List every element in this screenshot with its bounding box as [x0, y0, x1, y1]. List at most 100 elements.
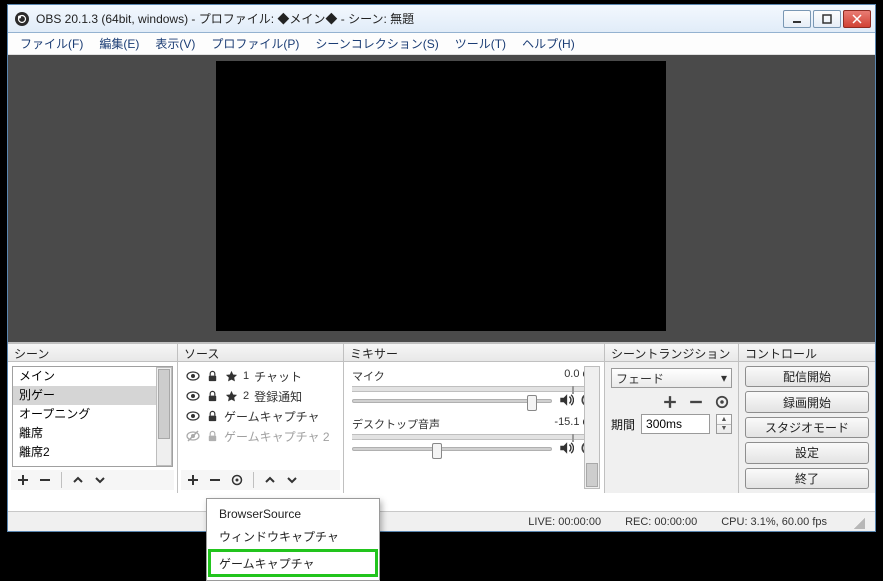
scene-movedown-button[interactable] [92, 472, 108, 488]
visibility-icon[interactable] [186, 369, 200, 383]
transition-add-button[interactable] [662, 394, 678, 410]
context-menu-item[interactable]: ゲームキャプチャ [208, 549, 378, 577]
scene-item[interactable]: ．．． [13, 462, 172, 467]
menu-view[interactable]: 表示(V) [149, 34, 201, 53]
scene-scrollbar[interactable] [156, 367, 172, 466]
source-list[interactable]: 1 チャット 2 登録通知ゲームキャプチャゲームキャプチャ 2 [182, 366, 339, 467]
close-button[interactable] [843, 10, 871, 28]
status-cpu: CPU: 3.1%, 60.00 fps [721, 516, 827, 528]
source-movedown-button[interactable] [284, 472, 300, 488]
source-item[interactable]: ゲームキャプチャ [182, 406, 339, 426]
panel-row: シーン メイン別ゲーオープニング離席離席2．．． ソース 1 チャット 2 登録通知ゲ… [8, 343, 875, 493]
minimize-button[interactable] [783, 10, 811, 28]
transition-settings-button[interactable] [714, 394, 730, 410]
scene-item[interactable]: 離席 [13, 424, 172, 443]
start-recording-button[interactable]: 録画開始 [745, 391, 869, 412]
duration-spinner[interactable]: ▲▼ [716, 414, 732, 434]
scene-add-button[interactable] [15, 472, 31, 488]
source-moveup-button[interactable] [262, 472, 278, 488]
toolbar-separator [253, 472, 254, 488]
menu-help[interactable]: ヘルプ(H) [516, 34, 581, 53]
studio-mode-button[interactable]: スタジオモード [745, 417, 869, 438]
scenes-panel: シーン メイン別ゲーオープニング離席離席2．．． [8, 344, 178, 493]
scenes-toolbar [11, 470, 174, 490]
preview-area[interactable] [8, 55, 875, 343]
scene-item[interactable]: 別ゲー [13, 386, 172, 405]
lock-icon[interactable] [205, 429, 219, 443]
start-streaming-button[interactable]: 配信開始 [745, 366, 869, 387]
scrollbar-thumb[interactable] [586, 463, 598, 487]
lock-icon[interactable] [205, 389, 219, 403]
source-item[interactable]: ゲームキャプチャ 2 [182, 426, 339, 446]
scrollbar-thumb[interactable] [158, 369, 170, 439]
visibility-icon[interactable] [186, 429, 200, 443]
scene-list[interactable]: メイン別ゲーオープニング離席離席2．．． [12, 366, 173, 467]
menu-tools[interactable]: ツール(T) [449, 34, 512, 53]
star-icon [224, 369, 238, 383]
duration-input[interactable]: 300ms [641, 414, 710, 434]
fav-number: 2 [243, 390, 249, 402]
preview-canvas[interactable] [216, 61, 666, 331]
context-menu-item[interactable]: BrowserSource [209, 503, 377, 525]
transition-combo[interactable]: フェード ▾ [611, 368, 732, 388]
exit-button[interactable]: 終了 [745, 468, 869, 489]
add-source-context-menu[interactable]: BrowserSourceウィンドウキャプチャゲームキャプチャ [206, 498, 380, 581]
chevron-down-icon: ▾ [721, 371, 727, 385]
transitions-header: シーントランジション [605, 344, 738, 362]
maximize-button[interactable] [813, 10, 841, 28]
obs-main-window: OBS 20.1.3 (64bit, windows) - プロファイル: ◆メ… [7, 4, 876, 532]
scenes-header: シーン [8, 344, 177, 362]
menubar: ファイル(F) 編集(E) 表示(V) プロファイル(P) シーンコレクション(… [8, 33, 875, 55]
menu-profile[interactable]: プロファイル(P) [205, 34, 305, 53]
mixer-body: マイク0.0 dBデスクトップ音声-15.1 dB [344, 362, 604, 493]
context-menu-item[interactable]: ウィンドウキャプチャ [209, 525, 377, 547]
mixer-volume-slider[interactable] [352, 399, 552, 403]
statusbar: LIVE: 00:00:00 REC: 00:00:00 CPU: 3.1%, … [8, 511, 875, 531]
sources-panel: ソース 1 チャット 2 登録通知ゲームキャプチャゲームキャプチャ 2 [178, 344, 344, 493]
mixer-scrollbar[interactable] [584, 366, 600, 489]
lock-icon[interactable] [205, 409, 219, 423]
spin-up-icon[interactable]: ▲ [717, 415, 731, 425]
menu-edit[interactable]: 編集(E) [93, 34, 145, 53]
scene-item[interactable]: メイン [13, 367, 172, 386]
source-label: ゲームキャプチャ [224, 408, 320, 425]
mixer-header: ミキサー [344, 344, 604, 362]
source-label: チャット [254, 368, 302, 385]
lock-icon[interactable] [205, 369, 219, 383]
mixer-volume-slider[interactable] [352, 447, 552, 451]
sources-toolbar [181, 470, 340, 490]
duration-label: 期間 [611, 416, 635, 433]
mixer-channel-name: マイク [352, 368, 385, 384]
source-remove-button[interactable] [207, 472, 223, 488]
menu-file[interactable]: ファイル(F) [14, 34, 89, 53]
scene-remove-button[interactable] [37, 472, 53, 488]
toolbar-separator [61, 472, 62, 488]
controls-panel: コントロール 配信開始 録画開始 スタジオモード 設定 終了 [739, 344, 875, 493]
scene-item[interactable]: 離席2 [13, 443, 172, 462]
scene-item[interactable]: オープニング [13, 405, 172, 424]
mixer-panel: ミキサー マイク0.0 dBデスクトップ音声-15.1 dB [344, 344, 605, 493]
status-live: LIVE: 00:00:00 [528, 516, 601, 528]
scene-moveup-button[interactable] [70, 472, 86, 488]
spin-down-icon[interactable]: ▼ [717, 425, 731, 434]
resize-grip-icon[interactable] [851, 515, 865, 529]
titlebar[interactable]: OBS 20.1.3 (64bit, windows) - プロファイル: ◆メ… [8, 5, 875, 33]
transition-remove-button[interactable] [688, 394, 704, 410]
visibility-icon[interactable] [186, 409, 200, 423]
fav-number: 1 [243, 370, 249, 382]
obs-app-icon [14, 11, 30, 27]
slider-knob[interactable] [432, 443, 442, 459]
sources-header: ソース [178, 344, 343, 362]
source-add-button[interactable] [185, 472, 201, 488]
visibility-icon[interactable] [186, 389, 200, 403]
source-label: 登録通知 [254, 388, 302, 405]
mixer-slider-row [352, 394, 596, 408]
settings-button[interactable]: 設定 [745, 442, 869, 463]
mute-icon[interactable] [558, 392, 574, 411]
menu-scenecol[interactable]: シーンコレクション(S) [309, 34, 444, 53]
mute-icon[interactable] [558, 440, 574, 459]
source-item[interactable]: 1 チャット [182, 366, 339, 386]
source-properties-button[interactable] [229, 472, 245, 488]
source-item[interactable]: 2 登録通知 [182, 386, 339, 406]
slider-knob[interactable] [527, 395, 537, 411]
